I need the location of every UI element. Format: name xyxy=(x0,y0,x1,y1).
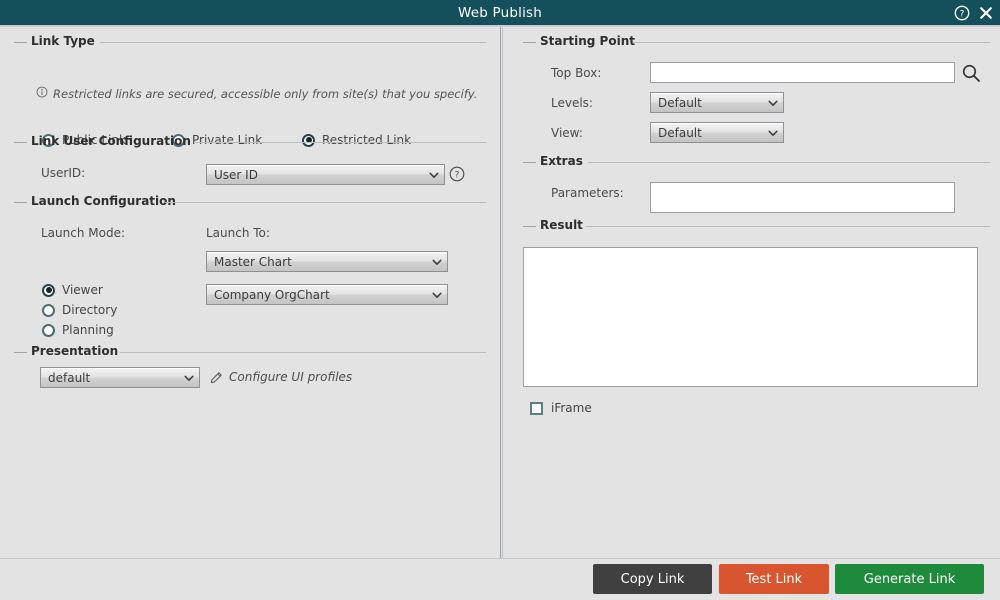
title-bar: Web Publish ? xyxy=(0,0,1000,25)
top-box-input[interactable] xyxy=(650,62,955,83)
iframe-checkbox-row[interactable]: iFrame xyxy=(530,401,592,415)
iframe-label: iFrame xyxy=(551,401,592,415)
userid-help-circle-icon[interactable]: ? xyxy=(449,166,465,182)
group-dash xyxy=(523,162,536,163)
group-line xyxy=(588,162,990,163)
search-icon[interactable] xyxy=(961,63,981,83)
radio-launch-viewer[interactable]: Viewer xyxy=(42,283,103,297)
launch-mode-label: Launch Mode: xyxy=(41,226,126,240)
result-textarea[interactable] xyxy=(523,247,978,387)
group-title-presentation: Presentation xyxy=(31,344,119,358)
launch-to-secondary-value: Company OrgChart xyxy=(214,287,330,302)
group-dash xyxy=(14,352,27,353)
svg-text:?: ? xyxy=(455,171,460,181)
chevron-down-icon xyxy=(767,127,779,139)
test-link-button[interactable]: Test Link xyxy=(719,564,829,594)
chevron-down-icon xyxy=(428,169,440,181)
group-line xyxy=(120,352,486,353)
group-result: Result xyxy=(523,218,990,233)
radio-label: Viewer xyxy=(62,283,103,297)
view-label: View: xyxy=(551,126,583,140)
levels-select[interactable]: Default xyxy=(650,92,784,113)
levels-label: Levels: xyxy=(551,96,593,110)
group-dash xyxy=(523,226,536,227)
group-dash xyxy=(14,202,27,203)
group-launch-configuration: Launch Configuration xyxy=(14,194,486,209)
chevron-down-icon xyxy=(183,372,195,384)
radio-label: Directory xyxy=(62,303,118,317)
group-title-extras: Extras xyxy=(540,154,583,168)
help-circle-icon[interactable]: ? xyxy=(954,5,970,21)
configure-ui-profiles-link[interactable]: Configure UI profiles xyxy=(210,370,352,384)
radio-indicator xyxy=(42,283,55,297)
group-title-launch-configuration: Launch Configuration xyxy=(31,194,176,208)
view-select[interactable]: Default xyxy=(650,122,784,143)
radio-indicator xyxy=(42,303,55,317)
svg-text:?: ? xyxy=(960,9,965,19)
group-extras: Extras xyxy=(523,154,990,169)
link-type-hint: Restricted links are secured, accessible… xyxy=(53,87,478,101)
userid-value: User ID xyxy=(214,167,258,182)
group-dash xyxy=(523,42,536,43)
left-panel: Link Type Restricted links are secured, … xyxy=(0,27,500,558)
view-value: Default xyxy=(658,125,702,140)
launch-to-secondary-select[interactable]: Company OrgChart xyxy=(206,284,448,305)
group-link-type: Link Type xyxy=(14,34,486,49)
right-panel: Starting Point Top Box: Levels: Default … xyxy=(503,27,1000,558)
presentation-profile-select[interactable]: default xyxy=(40,367,200,388)
pencil-icon xyxy=(210,371,223,384)
radio-launch-planning[interactable]: Planning xyxy=(42,323,114,337)
group-line xyxy=(194,142,486,143)
titlebar-actions: ? xyxy=(954,0,994,25)
chevron-down-icon xyxy=(431,289,443,301)
group-line xyxy=(165,202,486,203)
iframe-checkbox[interactable] xyxy=(530,401,543,415)
userid-label: UserID: xyxy=(41,166,86,180)
group-presentation: Presentation xyxy=(14,344,486,359)
configure-ui-profiles-label: Configure UI profiles xyxy=(229,370,353,384)
generate-link-button[interactable]: Generate Link xyxy=(835,564,984,594)
group-line xyxy=(586,226,990,227)
chevron-down-icon xyxy=(431,256,443,268)
launch-to-label: Launch To: xyxy=(206,226,270,240)
chevron-down-icon xyxy=(767,97,779,109)
radio-label: Planning xyxy=(62,323,114,337)
group-title-starting-point: Starting Point xyxy=(540,34,635,48)
group-line xyxy=(100,42,486,43)
levels-value: Default xyxy=(658,95,702,110)
presentation-profile-value: default xyxy=(48,370,91,385)
group-starting-point: Starting Point xyxy=(523,34,990,49)
group-title-link-type: Link Type xyxy=(31,34,95,48)
parameters-input[interactable] xyxy=(650,182,955,213)
group-line xyxy=(633,42,990,43)
top-box-label: Top Box: xyxy=(551,66,602,80)
footer-bar: Copy Link Test Link Generate Link xyxy=(0,559,1000,600)
group-link-user-configuration: Link User Configuration xyxy=(14,134,486,149)
parameters-label: Parameters: xyxy=(551,186,624,200)
group-dash xyxy=(14,42,27,43)
info-circle-icon xyxy=(36,86,48,98)
copy-link-button[interactable]: Copy Link xyxy=(593,564,712,594)
web-publish-dialog: Web Publish ? Link Type Restricted links… xyxy=(0,0,1000,600)
launch-to-primary-select[interactable]: Master Chart xyxy=(206,251,448,272)
close-icon[interactable] xyxy=(978,5,994,21)
radio-indicator xyxy=(42,323,55,337)
group-title-result: Result xyxy=(540,218,583,232)
group-title-link-user-configuration: Link User Configuration xyxy=(31,134,191,148)
page-title: Web Publish xyxy=(457,4,543,21)
radio-launch-directory[interactable]: Directory xyxy=(42,303,117,317)
group-dash xyxy=(14,142,27,143)
userid-select[interactable]: User ID xyxy=(206,164,445,185)
launch-to-primary-value: Master Chart xyxy=(214,254,292,269)
